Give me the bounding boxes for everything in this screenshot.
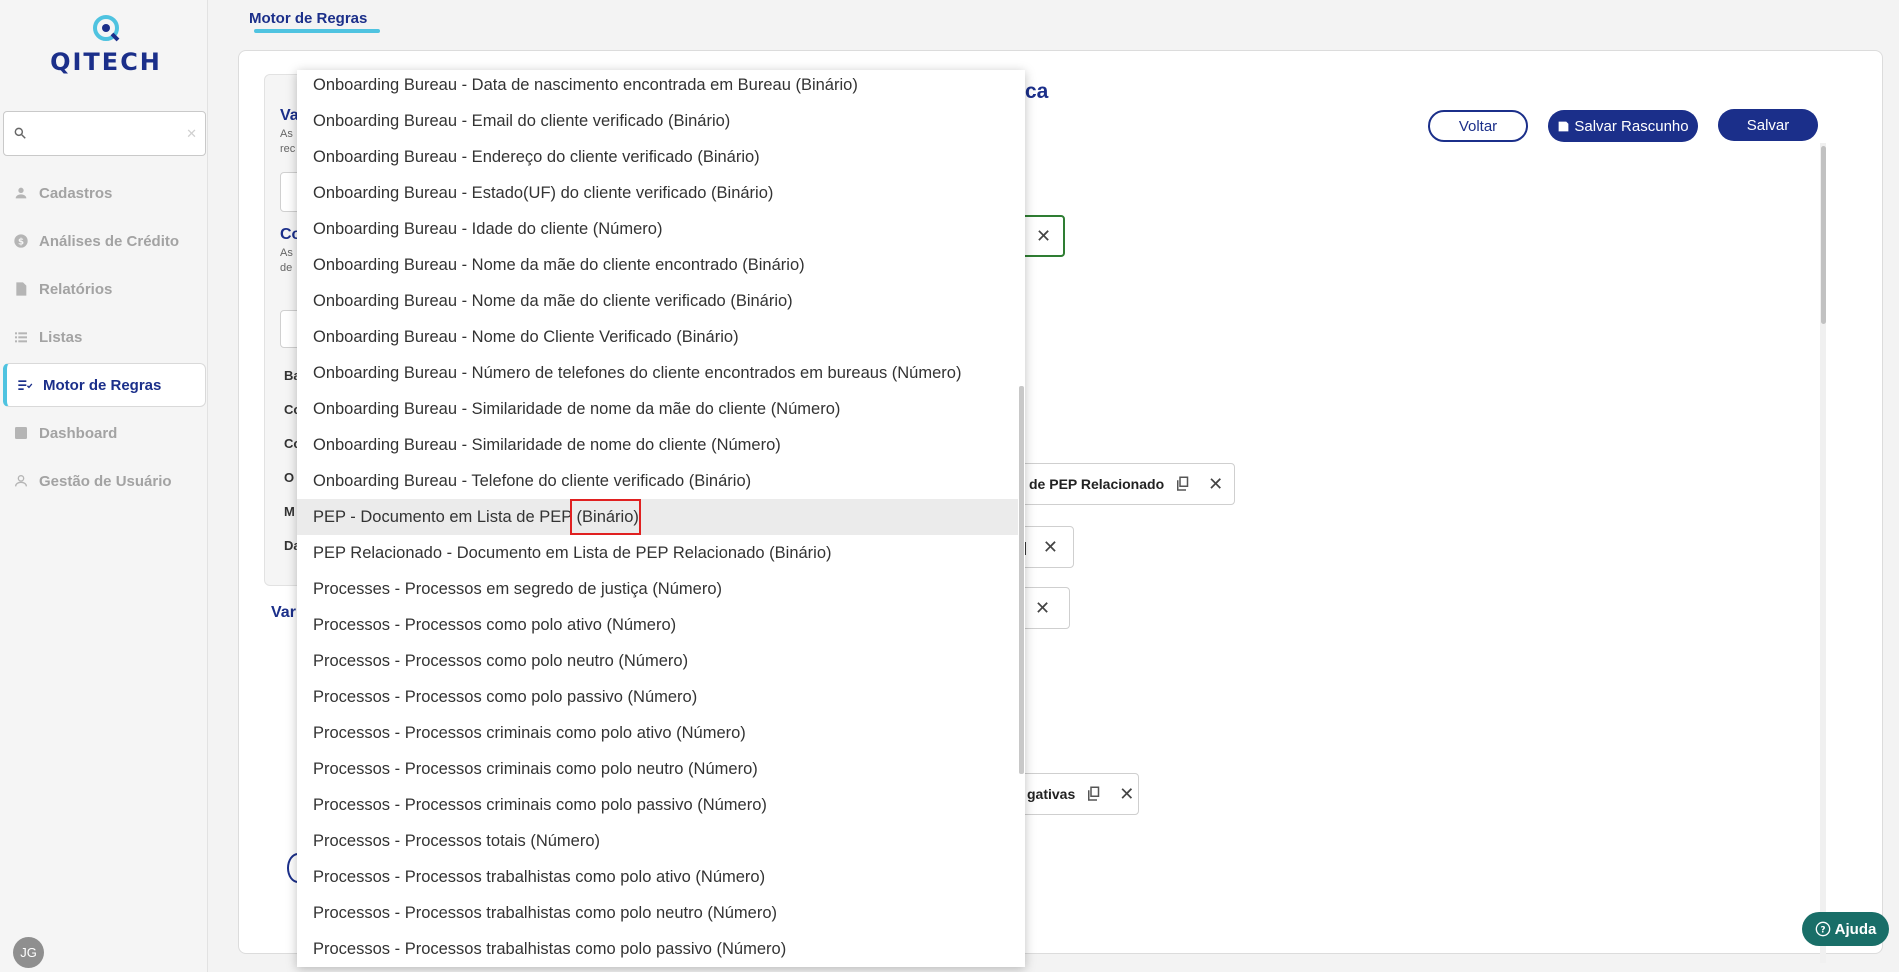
sidebar-item-label: Dashboard: [39, 424, 118, 442]
list-item-fragment: O: [284, 470, 295, 485]
condition-chip-pep-relacionado[interactable]: de PEP Relacionado ✕: [1000, 463, 1235, 505]
sidebar-item-label: Motor de Regras: [43, 376, 162, 394]
section-title-fragment: Va: [280, 107, 299, 124]
copy-icon[interactable]: [1085, 785, 1103, 803]
rules-icon: [18, 380, 33, 390]
section-desc-fragment: de: [280, 262, 293, 274]
highlight-box: [570, 499, 641, 535]
help-label: Ajuda: [1834, 920, 1877, 938]
brand-name: QITECH: [50, 48, 162, 76]
dropdown-option[interactable]: Onboarding Bureau - Idade do cliente (Nú…: [297, 211, 1018, 247]
dropdown-option[interactable]: Processos - Processos como polo neutro (…: [297, 643, 1018, 679]
chart-icon: [15, 427, 27, 439]
sidebar-item-label: Análises de Crédito: [39, 232, 180, 250]
section-title-fragment: Var: [271, 604, 296, 621]
tab-motor-de-regras[interactable]: Motor de Regras: [249, 10, 367, 27]
dropdown-option[interactable]: Onboarding Bureau - Número de telefones …: [297, 355, 1018, 391]
variable-dropdown-list[interactable]: Onboarding Bureau - Data de nascimento e…: [297, 70, 1025, 967]
dollar-icon: $: [14, 234, 28, 248]
salvar-rascunho-label: Salvar Rascunho: [1574, 117, 1689, 135]
dropdown-option[interactable]: Onboarding Bureau - Nome da mãe do clien…: [297, 283, 1018, 319]
salvar-rascunho-button[interactable]: Salvar Rascunho: [1548, 110, 1698, 142]
chip-label: de PEP Relacionado: [1029, 476, 1165, 492]
sidebar: QITECH ✕ Cadastros $ Análises de Crédito…: [0, 0, 208, 972]
avatar[interactable]: JG: [13, 937, 44, 968]
panel-scrollbar-thumb[interactable]: [1821, 146, 1826, 324]
sidebar-item-label: Cadastros: [39, 184, 113, 202]
brand-logo[interactable]: QITECH: [48, 12, 164, 76]
close-icon[interactable]: ✕: [1035, 598, 1050, 619]
sidebar-search-input[interactable]: ✕: [3, 111, 206, 156]
voltar-button[interactable]: Voltar: [1428, 110, 1528, 142]
clear-icon[interactable]: ✕: [186, 126, 197, 142]
dropdown-option[interactable]: Processos - Processos trabalhistas como …: [297, 931, 1018, 967]
dropdown-option[interactable]: Processos - Processos criminais como pol…: [297, 787, 1018, 823]
sidebar-item-cadastros[interactable]: Cadastros: [3, 171, 206, 215]
save-icon: [1559, 121, 1569, 131]
chip-label: gativas: [1027, 786, 1076, 802]
dropdown-option[interactable]: Processos - Processos criminais como pol…: [297, 751, 1018, 787]
close-icon[interactable]: ✕: [1036, 226, 1051, 247]
sidebar-item-label: Gestão de Usuário: [39, 472, 172, 490]
dropdown-option[interactable]: Processos - Processos criminais como pol…: [297, 715, 1018, 751]
logo-mark-icon: [93, 15, 120, 42]
sidebar-item-relatorios[interactable]: Relatórios: [3, 267, 206, 311]
sidebar-item-listas[interactable]: Listas: [3, 315, 206, 359]
dropdown-option[interactable]: Processes - Processos em segredo de just…: [297, 571, 1018, 607]
svg-text:$: $: [18, 237, 24, 247]
dropdown-option[interactable]: Onboarding Bureau - Nome da mãe do clien…: [297, 247, 1018, 283]
dropdown-option[interactable]: Onboarding Bureau - Data de nascimento e…: [297, 70, 1018, 103]
help-icon: ?: [1815, 921, 1830, 937]
section-desc-fragment: rec: [280, 143, 296, 155]
close-icon[interactable]: ✕: [1208, 474, 1223, 495]
report-icon: [16, 282, 27, 296]
dropdown-option[interactable]: Onboarding Bureau - Endereço do cliente …: [297, 139, 1018, 175]
dropdown-option[interactable]: Onboarding Bureau - Telefone do cliente …: [297, 463, 1018, 499]
help-button[interactable]: ? Ajuda: [1802, 912, 1889, 946]
dropdown-option[interactable]: PEP - Documento em Lista de PEP (Binário…: [297, 499, 1018, 535]
dropdown-scrollbar-thumb[interactable]: [1019, 386, 1024, 774]
dropdown-option[interactable]: Processos - Processos totais (Número): [297, 823, 1018, 859]
sidebar-item-analises[interactable]: $ Análises de Crédito: [3, 219, 206, 263]
sidebar-item-label: Relatórios: [39, 280, 113, 298]
copy-icon[interactable]: [1174, 475, 1192, 493]
close-icon[interactable]: ✕: [1043, 537, 1058, 558]
sidebar-item-motor-de-regras[interactable]: Motor de Regras: [3, 363, 206, 407]
dropdown-option[interactable]: PEP Relacionado - Documento em Lista de …: [297, 535, 1018, 571]
dropdown-option[interactable]: Onboarding Bureau - Similaridade de nome…: [297, 391, 1018, 427]
svg-text:?: ?: [1820, 925, 1825, 935]
close-icon[interactable]: ✕: [1119, 784, 1134, 805]
dropdown-option[interactable]: Processos - Processos como polo passivo …: [297, 679, 1018, 715]
dropdown-option[interactable]: Processos - Processos como polo ativo (N…: [297, 607, 1018, 643]
section-desc-fragment: As: [280, 247, 293, 259]
section-desc-fragment: As: [280, 128, 293, 140]
person-icon: [15, 187, 27, 199]
user-icon: [15, 475, 27, 487]
dropdown-option[interactable]: Onboarding Bureau - Email do cliente ver…: [297, 103, 1018, 139]
list-icon: [15, 332, 27, 343]
sidebar-item-gestao-usuario[interactable]: Gestão de Usuário: [3, 459, 206, 503]
dropdown-option[interactable]: Processos - Processos trabalhistas como …: [297, 859, 1018, 895]
sidebar-item-label: Listas: [39, 328, 83, 346]
salvar-button[interactable]: Salvar: [1718, 109, 1818, 141]
list-item-fragment: M: [284, 504, 295, 519]
dropdown-option[interactable]: Onboarding Bureau - Similaridade de nome…: [297, 427, 1018, 463]
dropdown-option[interactable]: Onboarding Bureau - Estado(UF) do client…: [297, 175, 1018, 211]
search-icon: [14, 127, 26, 139]
dropdown-option[interactable]: Onboarding Bureau - Nome do Cliente Veri…: [297, 319, 1018, 355]
sidebar-item-dashboard[interactable]: Dashboard: [3, 411, 206, 455]
active-tab-indicator: [254, 29, 380, 33]
dropdown-option[interactable]: Processos - Processos trabalhistas como …: [297, 895, 1018, 931]
page-title-fragment: ca: [1025, 80, 1049, 103]
